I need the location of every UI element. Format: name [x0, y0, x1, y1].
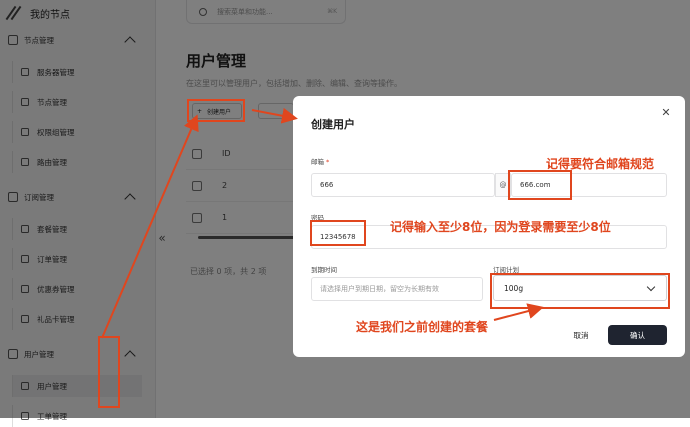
- highlight-email-domain: [508, 170, 572, 200]
- highlight-user-menu: [98, 336, 120, 408]
- highlight-create-button: [187, 99, 245, 122]
- email-prefix-input[interactable]: 666: [311, 173, 495, 197]
- expiry-date-input[interactable]: 请选择用户到期日期，留空为长期有效: [311, 277, 483, 301]
- expiry-placeholder: 请选择用户到期日期，留空为长期有效: [320, 285, 439, 293]
- plan-annotation: 这是我们之前创建的套餐: [356, 320, 489, 334]
- highlight-password: [310, 220, 366, 246]
- expiry-label: 到期时间: [311, 266, 337, 274]
- cancel-button[interactable]: 取消: [563, 325, 599, 345]
- highlight-plan-select: [490, 273, 670, 309]
- email-label: 邮箱 *: [311, 156, 329, 166]
- close-icon[interactable]: ✕: [659, 106, 673, 120]
- dialog-title: 创建用户: [311, 118, 355, 131]
- confirm-button[interactable]: 确认: [608, 325, 667, 345]
- password-annotation: 记得输入至少8位，因为登录需要至少8位: [390, 220, 611, 234]
- email-prefix-value: 666: [320, 181, 334, 189]
- required-mark: *: [326, 158, 330, 166]
- email-label-text: 邮箱: [311, 158, 324, 166]
- email-annotation: 记得要符合邮箱规范: [546, 157, 655, 171]
